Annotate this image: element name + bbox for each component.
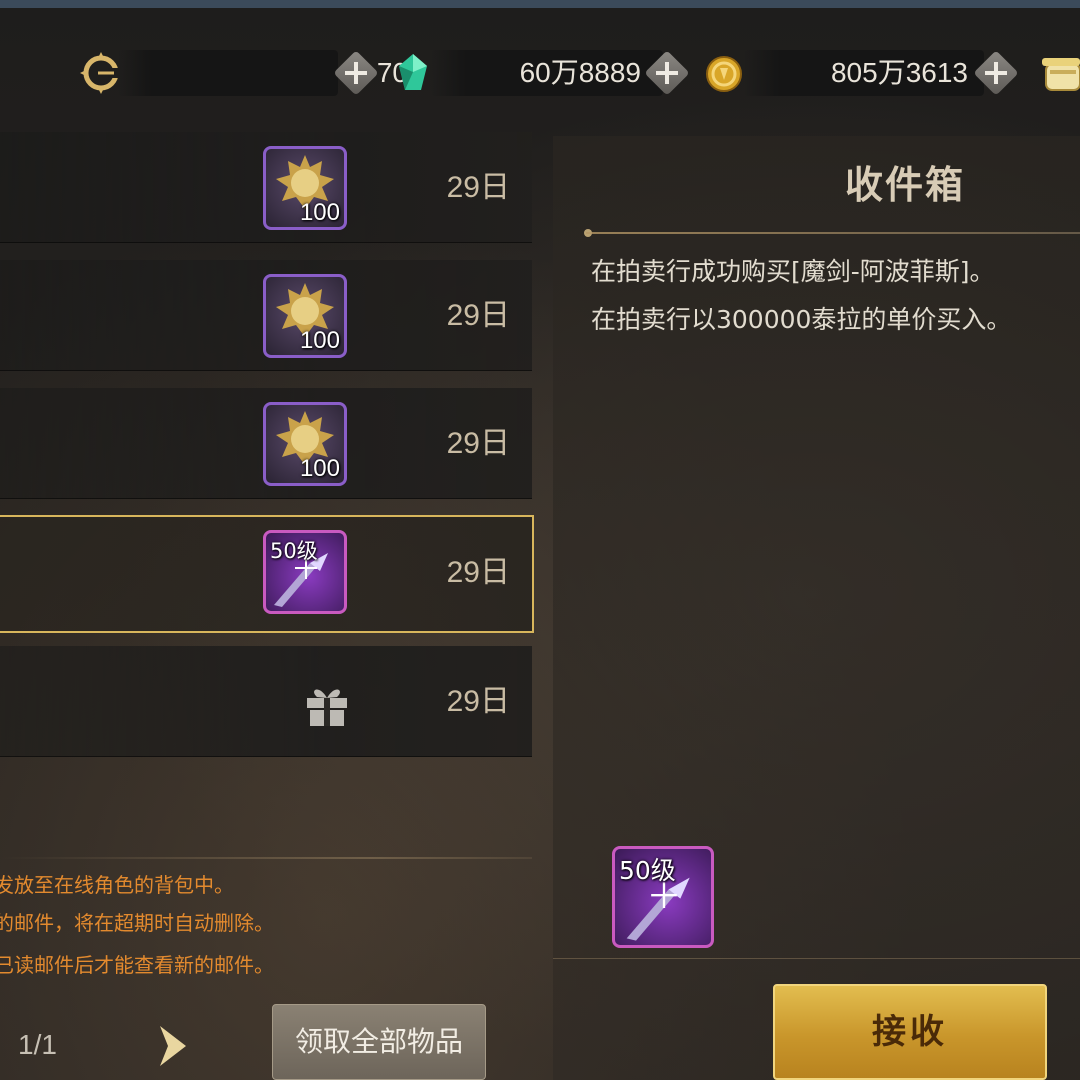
mail-content-line: 在拍卖行以300000泰拉的单价买入。 — [591, 305, 1012, 334]
gold-coin-icon — [706, 56, 742, 92]
mail-attachment-slot: 100 — [263, 402, 347, 486]
mail-expiry-days: 29日 — [446, 556, 510, 589]
add-crystal-button[interactable] — [644, 50, 690, 96]
currency-gold: 805万3613 — [704, 50, 1024, 96]
mail-expiry-days: 29日 — [446, 427, 510, 460]
add-gold-button[interactable] — [973, 50, 1019, 96]
left-divider — [0, 857, 532, 859]
title-divider — [586, 232, 1080, 234]
note-line: 的邮件，将在超期时自动删除。 — [0, 911, 274, 935]
mail-attachment-slot: 50级 — [263, 530, 347, 614]
top-edge-strip — [0, 0, 1080, 8]
mail-attachment-slot: 100 — [263, 274, 347, 358]
mail-row[interactable]: 29日 — [0, 646, 532, 757]
item-level-badge: 50级 — [270, 539, 318, 563]
mailbox-screen: 70 60万8889 805万3613 100 29日 100 29日 100 … — [0, 0, 1080, 1080]
mail-expiry-days: 29日 — [446, 685, 510, 718]
mail-row[interactable]: 100 29日 — [0, 388, 532, 499]
mail-list: 100 29日 100 29日 100 29日 50级 29日 29日 — [0, 130, 540, 770]
gold-value: 805万3613 — [830, 57, 968, 88]
mail-attachment-slot: 100 — [263, 146, 347, 230]
mail-row[interactable]: 100 29日 — [0, 132, 532, 243]
mail-expiry-days: 29日 — [446, 171, 510, 204]
mail-row[interactable]: 100 29日 — [0, 260, 532, 371]
currency-stamina: 70 — [78, 50, 408, 96]
attachment-level-badge: 50级 — [619, 856, 676, 885]
mail-row-selected[interactable]: 50级 29日 — [0, 515, 534, 633]
item-quantity: 100 — [299, 327, 340, 354]
note-line: 已读邮件后才能查看新的邮件。 — [0, 953, 274, 977]
gift-box-icon — [307, 689, 347, 726]
mail-expiry-days: 29日 — [446, 299, 510, 332]
currency-bar: 70 60万8889 805万3613 — [0, 10, 1080, 120]
next-page-arrow-icon[interactable] — [156, 1022, 190, 1070]
note-line: 发放至在线角色的背包中。 — [0, 873, 234, 897]
currency-crystal: 60万8889 — [395, 50, 695, 96]
crystal-icon — [399, 54, 427, 90]
attachment-item-slot[interactable]: 50级 — [612, 846, 714, 948]
treasure-pot-icon[interactable] — [1040, 50, 1080, 96]
mail-content-line: 在拍卖行成功购买[魔剑-阿波菲斯]。 — [591, 257, 995, 286]
item-quantity: 100 — [299, 455, 340, 482]
detail-bottom-divider — [553, 958, 1080, 959]
crystal-value: 60万8889 — [519, 57, 641, 88]
item-quantity: 100 — [299, 199, 340, 226]
receive-button[interactable]: 接收 — [773, 984, 1047, 1080]
inbox-title: 收件箱 — [845, 163, 966, 207]
collect-all-button[interactable]: 领取全部物品 — [272, 1004, 486, 1080]
page-indicator: 1/1 — [18, 1029, 57, 1060]
add-stamina-button[interactable] — [333, 50, 379, 96]
